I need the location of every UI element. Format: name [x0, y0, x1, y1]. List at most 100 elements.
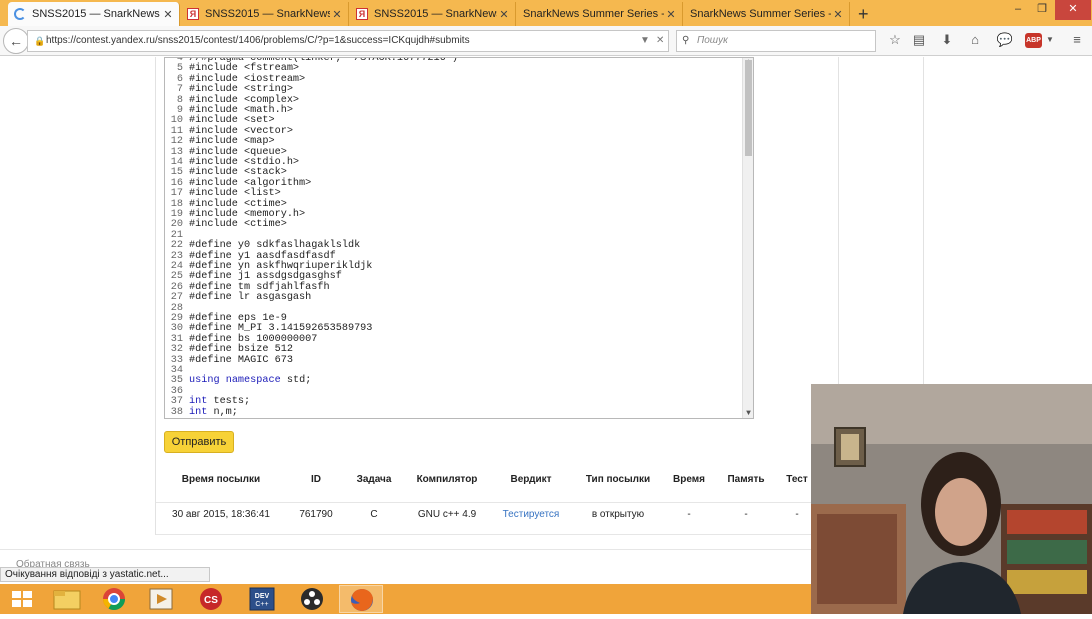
code-line: 14 #include <stdio.h>: [165, 157, 299, 168]
header-exec-time: Время: [673, 474, 705, 485]
line-text: #include <queue>: [189, 146, 287, 158]
file-explorer-icon[interactable]: [45, 585, 89, 613]
reading-list-icon[interactable]: ▤: [910, 31, 928, 49]
svg-text:C++: C++: [255, 601, 268, 608]
line-text: int n,m;: [189, 406, 238, 418]
close-window-icon[interactable]: ✕: [1055, 0, 1091, 20]
line-text: #include <ctime>: [189, 219, 287, 231]
header-type: Тип посылки: [585, 474, 651, 485]
tab-1[interactable]: SNSS2015 — SnarkNews S... ✕: [8, 2, 180, 26]
taskbar: CS DEV C++: [0, 584, 811, 614]
tab-5[interactable]: SnarkNews Summer Series - 2... ✕: [684, 2, 850, 26]
tab-title: SnarkNews Summer Series - 2...: [523, 8, 664, 20]
line-number: 20: [170, 219, 183, 231]
line-number: 37: [170, 396, 183, 408]
line-text: #define yn askfhwqriuperikldjk: [189, 261, 373, 272]
code-line: 36: [165, 385, 189, 397]
close-tab-icon[interactable]: ✕: [161, 8, 175, 21]
code-line: 19 #include <memory.h>: [165, 209, 305, 220]
home-icon[interactable]: ⌂: [966, 31, 984, 49]
code-line: 31 #define bs 1000000007: [165, 333, 318, 345]
code-editor[interactable]: 38 int n,m; 37 int tests; 36 35 using namespac…: [164, 57, 754, 419]
header-time: Время посылки: [181, 474, 261, 485]
tab-4[interactable]: SnarkNews Summer Series - 2... ✕: [517, 2, 683, 26]
firefox-icon[interactable]: [339, 585, 383, 613]
dev-cpp-icon[interactable]: DEV C++: [240, 585, 284, 613]
close-tab-icon[interactable]: ✕: [497, 8, 511, 21]
dropdown-icon[interactable]: ▼: [640, 31, 650, 51]
windows-start-icon[interactable]: [0, 585, 44, 613]
menu-icon[interactable]: ≡: [1068, 31, 1086, 49]
loading-spinner-icon: [14, 8, 26, 20]
line-text: #include <list>: [189, 188, 281, 200]
new-tab-button[interactable]: +: [858, 4, 869, 25]
line-text: #include <stack>: [189, 167, 287, 179]
line-number: 36: [170, 385, 183, 397]
line-number: 34: [170, 365, 183, 376]
tab-title: SNSS2015 — SnarkNews S...: [374, 8, 497, 20]
cell-id: 761790: [299, 509, 333, 520]
maximize-icon[interactable]: ❐: [1030, 0, 1054, 20]
line-text: #define bsize 512: [189, 344, 293, 356]
close-tab-icon[interactable]: ✕: [664, 8, 678, 21]
line-text: #define M_PI 3.141592653589793: [189, 323, 373, 335]
stop-icon[interactable]: ✕: [656, 31, 664, 51]
minimize-icon[interactable]: –: [1006, 0, 1030, 20]
tab-title: SNSS2015 — SnarkNews S...: [205, 8, 330, 20]
line-number: 13: [170, 146, 183, 158]
scrollbar-thumb[interactable]: [745, 60, 752, 156]
verdict-link[interactable]: Тестируется: [495, 503, 567, 527]
line-number: 10: [170, 115, 183, 127]
code-line: 30 #define M_PI 3.141592653589793: [165, 323, 373, 335]
close-tab-icon[interactable]: ✕: [330, 8, 344, 21]
line-number: 9: [176, 105, 183, 116]
chat-icon[interactable]: 💬: [996, 31, 1014, 49]
line-number: 7: [176, 84, 183, 96]
code-line: 37 int tests;: [165, 396, 250, 408]
tab-title: SNSS2015 — SnarkNews S...: [32, 8, 161, 20]
status-bar: Очікування відповіді з yastatic.net...: [0, 567, 210, 582]
line-number: 14: [170, 157, 183, 168]
obs-icon[interactable]: [290, 585, 334, 613]
divider: [923, 57, 924, 387]
back-button[interactable]: ←: [3, 28, 29, 54]
line-text: #include <set>: [189, 115, 275, 127]
code-line: 10 #include <set>: [165, 115, 275, 127]
editor-scrollbar[interactable]: ▲ ▼: [742, 58, 753, 418]
line-number: 29: [170, 313, 183, 324]
line-text: #include <fstream>: [189, 63, 300, 75]
media-player-icon[interactable]: [139, 585, 183, 613]
line-number: 5: [176, 63, 183, 75]
cell-compiler: GNU c++ 4.9: [417, 509, 477, 520]
code-line: 21: [165, 230, 189, 241]
tab-2[interactable]: Я SNSS2015 — SnarkNews S... ✕: [181, 2, 349, 26]
address-bar[interactable]: 🔒 https://contest.yandex.ru/snss2015/con…: [27, 30, 669, 52]
code-line: 32 #define bsize 512: [165, 344, 293, 356]
line-number: 19: [170, 209, 183, 220]
line-number: 12: [170, 136, 183, 148]
tab-3[interactable]: Я SNSS2015 — SnarkNews S... ✕: [350, 2, 516, 26]
line-text: #include <ctime>: [189, 198, 287, 210]
close-tab-icon[interactable]: ✕: [831, 8, 845, 21]
adblock-dropdown-icon[interactable]: ▼: [1041, 31, 1059, 49]
code-line: 7 #include <string>: [165, 84, 293, 96]
code-line: 4 //#pragma comment(linker, "/STACK:16777…: [165, 57, 458, 64]
download-icon[interactable]: ⬇: [938, 31, 956, 49]
search-input[interactable]: ⚲ Пошук: [676, 30, 876, 52]
code-line: 5 #include <fstream>: [165, 63, 300, 75]
scroll-down-icon[interactable]: ▼: [743, 409, 753, 418]
chrome-icon[interactable]: [92, 585, 136, 613]
cs-app-icon[interactable]: CS: [189, 585, 233, 613]
cell-problem: C: [370, 509, 378, 520]
adblock-icon[interactable]: ABP: [1025, 33, 1042, 48]
code-line: 38 int n,m;: [165, 406, 238, 418]
cell-exec-time: -: [687, 509, 691, 520]
star-icon[interactable]: ☆: [886, 31, 904, 49]
code-line: 25 #define j1 assdgsdgasghsf: [165, 271, 342, 282]
line-number: 31: [170, 333, 183, 345]
webcam-overlay: [811, 384, 1092, 614]
line-number: 4: [176, 57, 183, 64]
submit-button[interactable]: Отправить: [164, 431, 234, 453]
divider: [0, 549, 840, 550]
table-row: 30 авг 2015, 18:36:41 761790 C GNU c++ 4…: [156, 502, 816, 526]
